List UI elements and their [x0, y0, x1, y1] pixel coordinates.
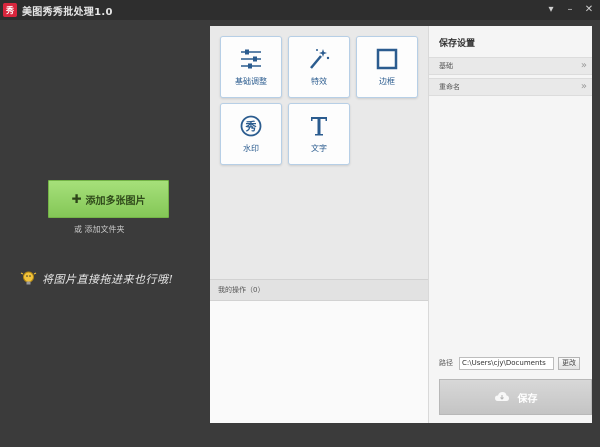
- save-path-input[interactable]: [459, 356, 554, 370]
- svg-text:秀: 秀: [245, 119, 257, 133]
- title-bar: 秀 美图秀秀批处理1.0 ▾ – ✕: [0, 0, 600, 20]
- add-photos-button[interactable]: ✚ 添加多张图片: [48, 180, 169, 218]
- text-icon: [311, 117, 327, 136]
- add-folder-link[interactable]: 或 添加文件夹: [74, 224, 125, 235]
- drag-hint: 将图片直接拖进来也行哦!: [20, 270, 173, 287]
- save-button-label: 保存: [517, 393, 538, 405]
- tool-frame[interactable]: 边框: [356, 36, 418, 98]
- tool-label: 文字: [311, 144, 327, 153]
- my-operations-label: 我的操作（0）: [218, 286, 265, 294]
- tool-effects[interactable]: 特效: [288, 36, 350, 98]
- left-drop-panel[interactable]: ✚ 添加多张图片 或 添加文件夹 将图片直接拖进来也行哦!: [0, 20, 209, 447]
- app-logo: 秀: [3, 3, 17, 17]
- tool-basic-adjust[interactable]: 基础调整: [220, 36, 282, 98]
- lightbulb-icon: [20, 271, 37, 285]
- setting-row-basic[interactable]: 基础 »: [429, 57, 593, 75]
- cloud-save-icon: [494, 392, 509, 401]
- watermark-icon: 秀: [240, 115, 262, 137]
- center-panel: 基础调整 特效 边框 秀 水印 文字 我的操作（0）: [210, 26, 428, 423]
- frame-icon: [376, 48, 398, 70]
- tool-label: 基础调整: [235, 77, 267, 86]
- my-operations-bar: 我的操作（0）: [210, 279, 428, 301]
- setting-row-rename[interactable]: 重命名 »: [429, 78, 593, 96]
- double-chevron-right-icon: »: [580, 60, 587, 71]
- path-label: 路径: [439, 359, 453, 367]
- save-settings-title: 保存设置: [439, 39, 476, 49]
- plus-icon: ✚: [71, 192, 82, 206]
- tool-label: 特效: [311, 77, 327, 86]
- close-icon[interactable]: ✕: [584, 4, 594, 16]
- window-title: 美图秀秀批处理1.0: [22, 6, 113, 18]
- magic-wand-icon: [310, 49, 330, 69]
- tool-watermark[interactable]: 秀 水印: [220, 103, 282, 165]
- save-settings-panel: 保存设置 基础 » 重命名 » 路径 更改 保存: [428, 26, 593, 423]
- setting-row-label: 重命名: [439, 83, 460, 91]
- double-chevron-right-icon: »: [580, 81, 587, 92]
- window-right-edge: [592, 20, 600, 447]
- minimize-icon[interactable]: –: [565, 4, 575, 16]
- add-photos-label: 添加多张图片: [85, 195, 146, 207]
- change-path-button[interactable]: 更改: [558, 356, 580, 370]
- tool-label: 边框: [379, 77, 395, 86]
- tools-area: 基础调整 特效 边框 秀 水印 文字: [210, 26, 428, 279]
- menu-dropdown-icon[interactable]: ▾: [546, 4, 556, 16]
- drag-hint-text: 将图片直接拖进来也行哦!: [42, 272, 174, 286]
- tool-label: 水印: [243, 144, 259, 153]
- window-controls: ▾ – ✕: [546, 4, 594, 16]
- sliders-icon: [241, 49, 261, 69]
- tool-text[interactable]: 文字: [288, 103, 350, 165]
- setting-row-label: 基础: [439, 62, 453, 70]
- save-path-row: 路径 更改: [439, 356, 591, 370]
- save-button[interactable]: 保存: [439, 379, 592, 415]
